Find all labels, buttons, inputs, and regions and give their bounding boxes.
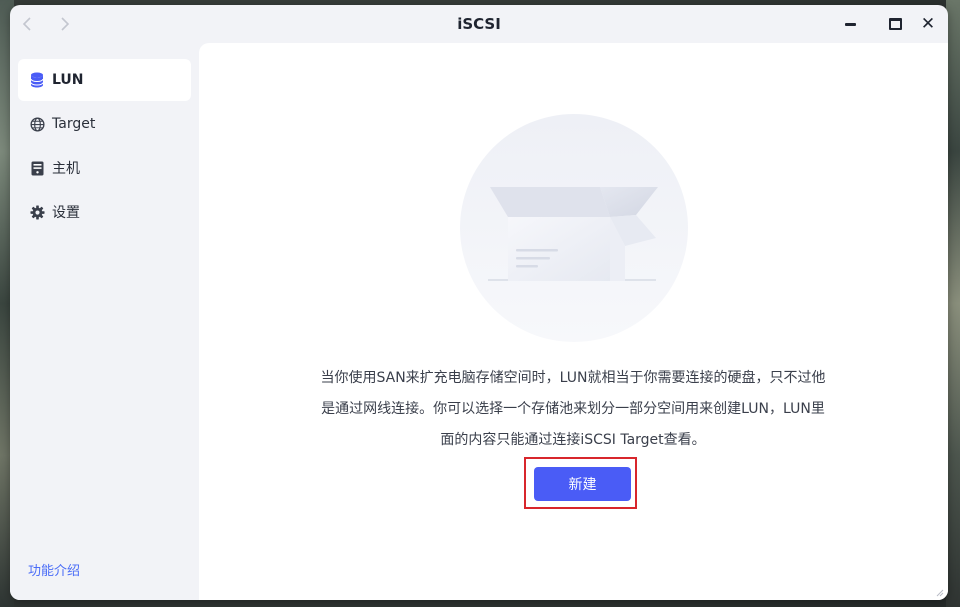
- sidebar-item-target[interactable]: Target: [18, 103, 191, 145]
- database-icon: [29, 72, 45, 88]
- minimize-button[interactable]: [839, 13, 861, 35]
- description-line: 当你使用SAN来扩充电脑存储空间时，LUN就相当于你需要连接的硬盘，只不过他: [320, 370, 826, 386]
- create-button[interactable]: 新建: [534, 467, 631, 501]
- server-icon: [29, 160, 45, 176]
- close-icon: ✕: [920, 14, 936, 34]
- description-line: 是通过网线连接。你可以选择一个存储池来划分一部分空间用来创建LUN，LUN里: [321, 401, 825, 417]
- sidebar-item-label: 设置: [52, 205, 80, 221]
- resize-grip-icon[interactable]: [936, 589, 944, 597]
- iscsi-window: iSCSI ✕ LUN Target 主机 设置 功能介绍 当你使用SAN来扩充…: [10, 5, 948, 600]
- sidebar: LUN Target 主机 设置 功能介绍: [10, 43, 199, 600]
- empty-box-illustration: [460, 113, 688, 343]
- empty-state-description: 当你使用SAN来扩充电脑存储空间时，LUN就相当于你需要连接的硬盘，只不过他 是…: [283, 363, 863, 456]
- globe-icon: [29, 116, 45, 132]
- sidebar-item-lun[interactable]: LUN: [18, 59, 191, 101]
- desktop-background-right: [946, 0, 960, 607]
- maximize-icon: [888, 18, 902, 30]
- close-button[interactable]: ✕: [917, 13, 939, 35]
- sidebar-item-label: Target: [52, 116, 96, 132]
- window-title: iSCSI: [457, 15, 501, 33]
- maximize-button[interactable]: [884, 13, 906, 35]
- sidebar-item-settings[interactable]: 设置: [18, 191, 191, 233]
- feature-intro-link[interactable]: 功能介绍: [28, 560, 80, 579]
- sidebar-item-host[interactable]: 主机: [18, 147, 191, 189]
- main-content: 当你使用SAN来扩充电脑存储空间时，LUN就相当于你需要连接的硬盘，只不过他 是…: [199, 43, 948, 600]
- sidebar-item-label: LUN: [52, 72, 84, 88]
- sidebar-item-label: 主机: [52, 161, 80, 177]
- description-line: 面的内容只能通过连接iSCSI Target查看。: [440, 432, 706, 448]
- minimize-icon: [844, 22, 856, 26]
- title-bar[interactable]: iSCSI ✕: [10, 5, 948, 43]
- gear-icon: [29, 204, 45, 220]
